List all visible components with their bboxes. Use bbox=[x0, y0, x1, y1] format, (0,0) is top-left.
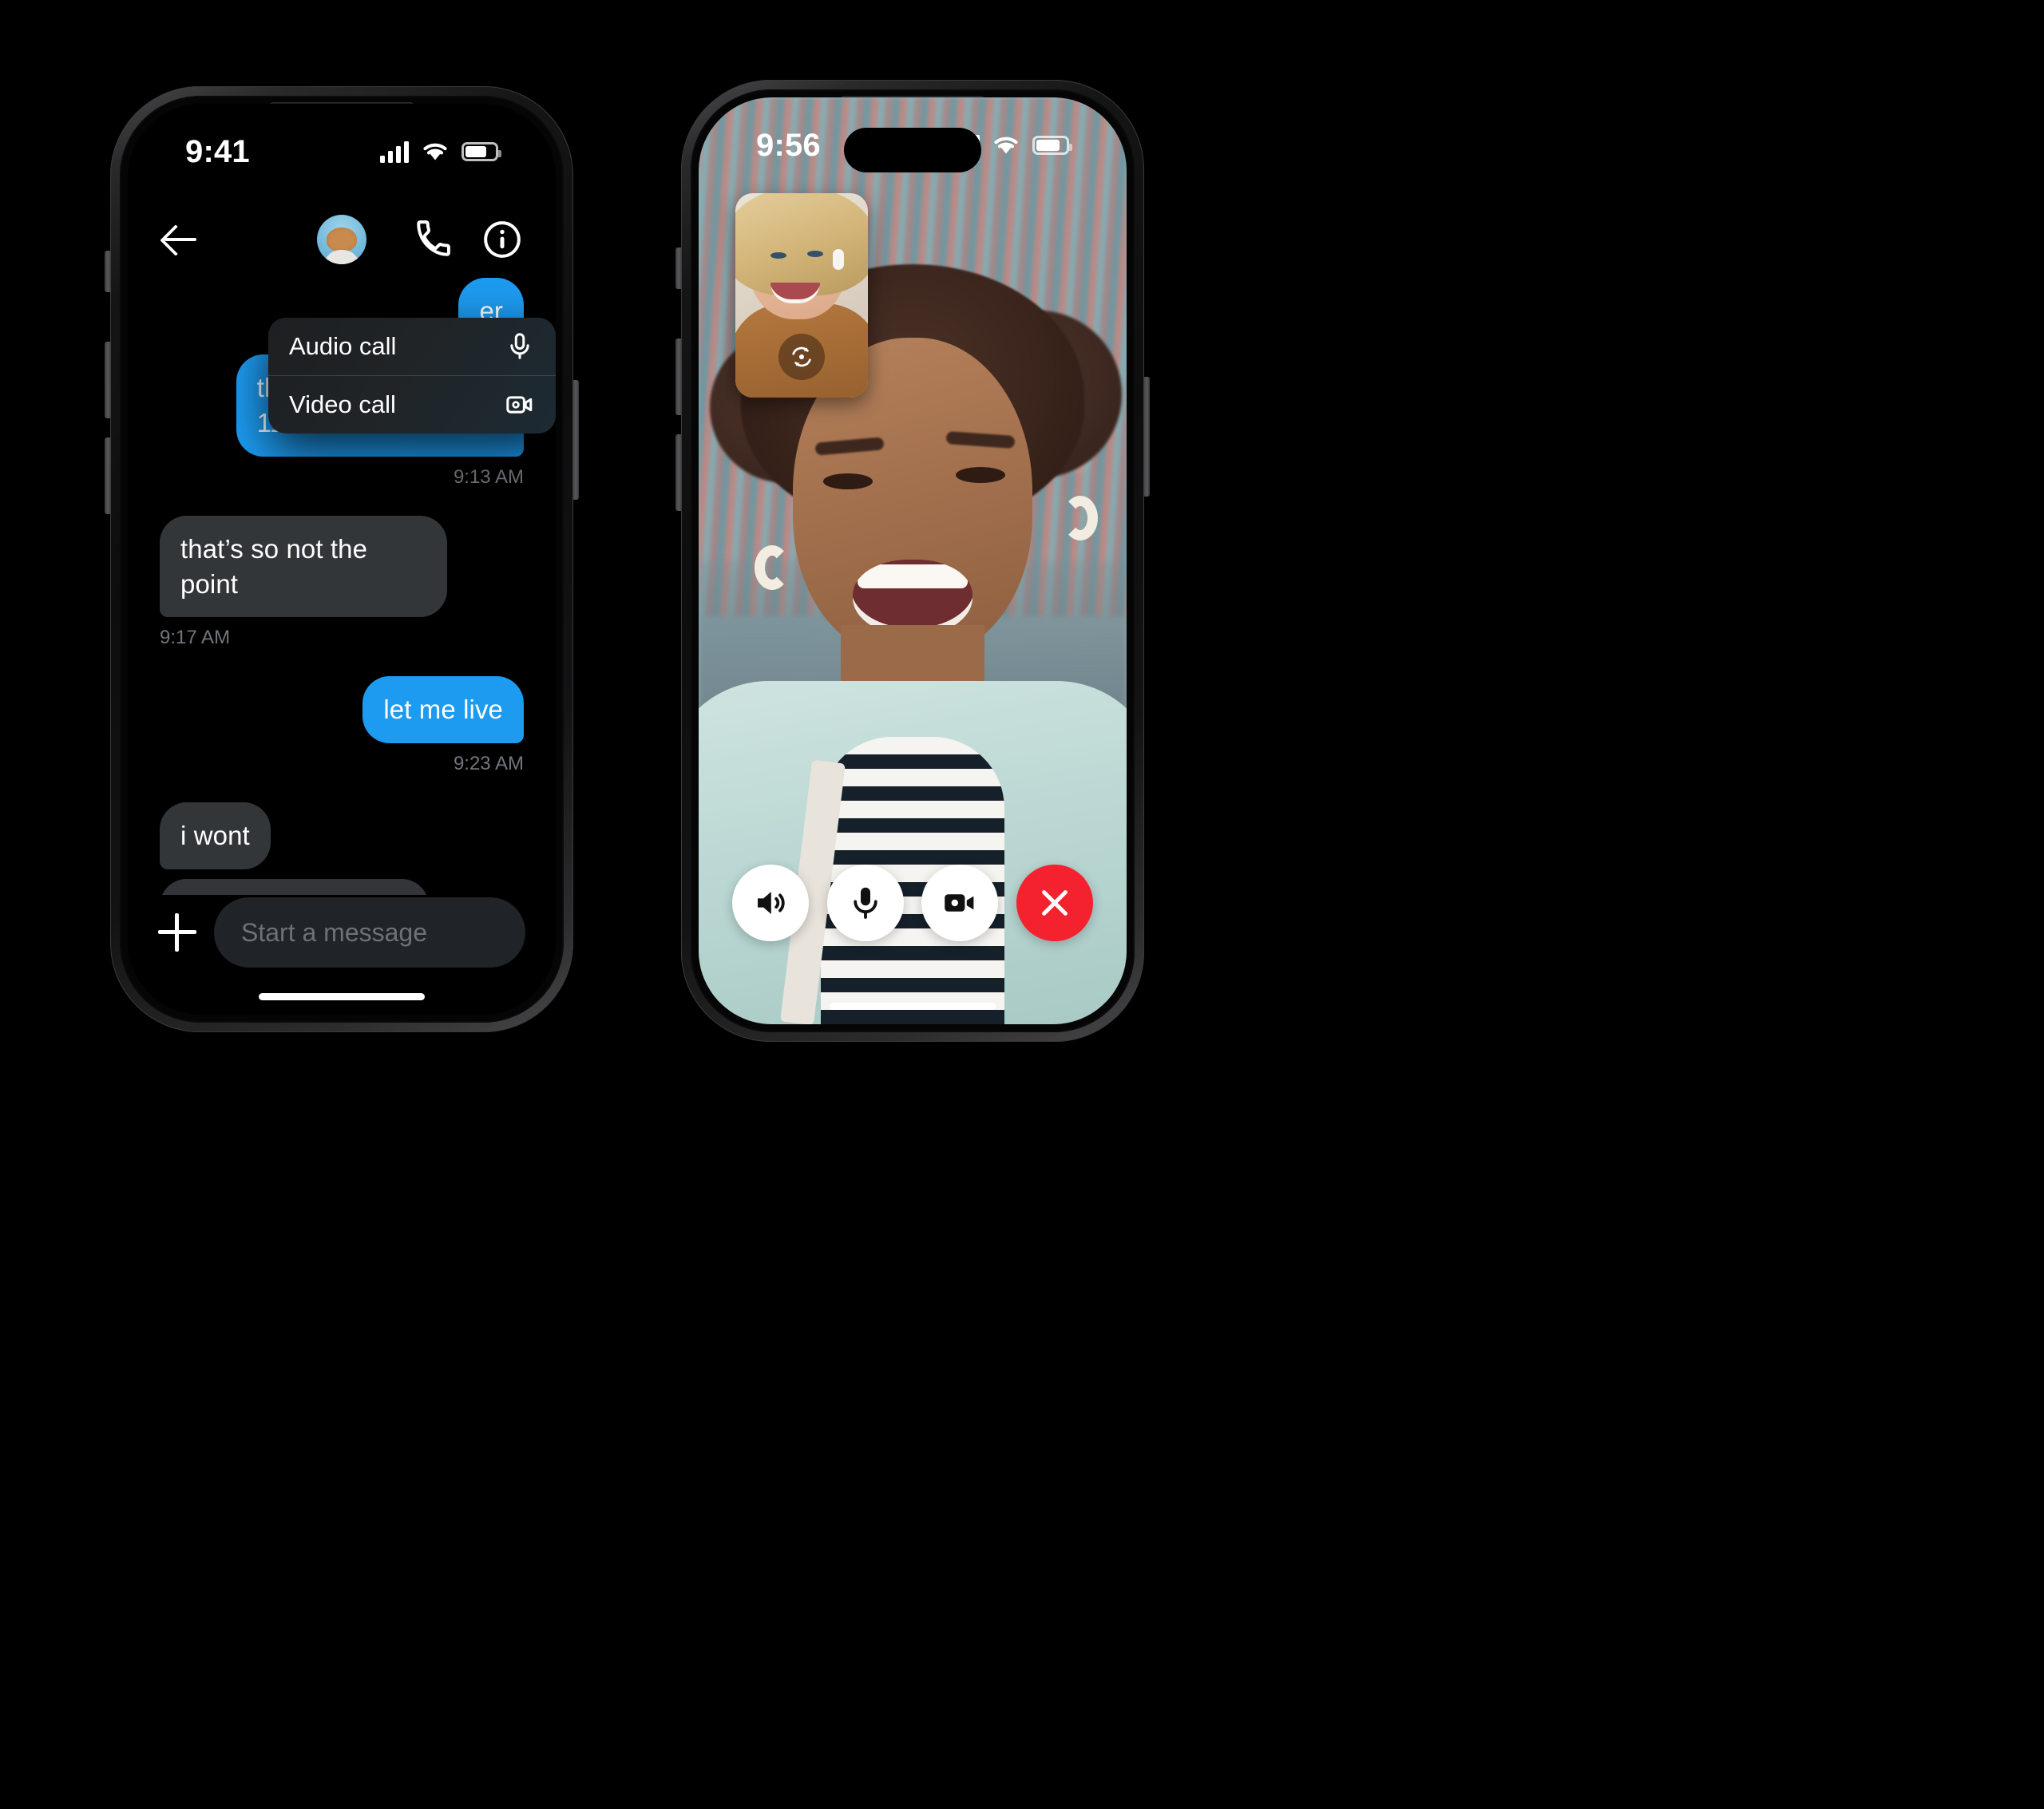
dm-top-actions bbox=[412, 218, 524, 261]
home-indicator[interactable] bbox=[259, 993, 425, 1000]
self-view-hair bbox=[735, 193, 868, 295]
video-camera-icon bbox=[506, 396, 533, 414]
video-call-controls bbox=[699, 865, 1127, 941]
message-row: let me live bbox=[160, 676, 524, 744]
mute-button[interactable] bbox=[826, 865, 904, 941]
close-x-icon bbox=[1042, 890, 1068, 916]
message-bubble[interactable]: sorry until you send a pic i can’t activ… bbox=[160, 879, 430, 895]
status-time: 9:56 bbox=[756, 127, 821, 163]
search-input[interactable]: Start a message bbox=[214, 897, 525, 968]
camera-button[interactable] bbox=[921, 865, 999, 941]
avatar-hair bbox=[327, 228, 357, 252]
dm-top-bar bbox=[128, 201, 556, 278]
microphone-icon bbox=[853, 887, 877, 919]
video-camera-icon bbox=[945, 894, 974, 912]
dm-conversation-screen: 9:41 er 9:13 AM that’s so not the point … bbox=[128, 104, 556, 1015]
volume-down-button[interactable] bbox=[675, 434, 682, 511]
flip-camera-icon[interactable] bbox=[778, 334, 825, 380]
left-phone-device: 9:41 er 9:13 AM that’s so not the point … bbox=[105, 86, 579, 1032]
message-composer: Start a message bbox=[128, 895, 556, 970]
video-call-screen: 9:56 bbox=[699, 97, 1127, 1024]
plus-icon[interactable] bbox=[158, 913, 196, 952]
volume-down-button[interactable] bbox=[105, 437, 111, 514]
earbud-icon bbox=[833, 249, 844, 270]
screenshot-stage: 9:41 er 9:13 AM that’s so not the point … bbox=[0, 0, 2044, 1809]
message-bubble[interactable]: i wont bbox=[160, 802, 271, 870]
eyebrow-left bbox=[814, 437, 885, 456]
speaker-icon bbox=[758, 892, 785, 914]
info-circle-icon[interactable] bbox=[481, 218, 524, 261]
avatar-body bbox=[323, 250, 360, 264]
eye-right bbox=[956, 466, 1005, 483]
menu-item-video-call[interactable]: Video call bbox=[268, 376, 556, 433]
power-button[interactable] bbox=[572, 380, 579, 500]
speaker-button[interactable] bbox=[732, 865, 809, 941]
self-view-pip[interactable] bbox=[735, 193, 868, 398]
dynamic-island bbox=[844, 128, 981, 172]
volume-up-button[interactable] bbox=[675, 338, 682, 415]
message-bubble[interactable]: let me live bbox=[362, 676, 524, 744]
message-row: sorry until you send a pic i can’t activ… bbox=[160, 879, 524, 895]
message-bubble[interactable]: that’s so not the point bbox=[160, 515, 448, 618]
silent-switch[interactable] bbox=[675, 247, 682, 289]
earring-right bbox=[1063, 495, 1098, 540]
wifi-icon bbox=[423, 143, 447, 160]
right-phone-device: 9:56 bbox=[675, 80, 1150, 1042]
end-call-button[interactable] bbox=[1016, 865, 1093, 941]
menu-item-label: Audio call bbox=[289, 332, 397, 360]
message-timestamp: 9:13 AM bbox=[453, 465, 524, 488]
phone-call-icon[interactable] bbox=[412, 218, 455, 261]
self-view-eye-right bbox=[807, 251, 823, 257]
volume-up-button[interactable] bbox=[105, 342, 111, 418]
message-row: that’s so not the point bbox=[160, 515, 524, 618]
cellular-bars-icon bbox=[380, 141, 409, 163]
avatar[interactable] bbox=[317, 215, 366, 264]
microphone-icon bbox=[510, 333, 529, 359]
right-phone-screen: 9:56 bbox=[699, 97, 1127, 1024]
earring-left bbox=[755, 544, 790, 590]
call-options-menu[interactable]: Audio call Video call bbox=[268, 318, 556, 433]
message-row: i wont bbox=[160, 802, 524, 870]
battery-icon bbox=[461, 142, 501, 161]
message-timestamp: 9:23 AM bbox=[453, 753, 524, 775]
self-view-eye-left bbox=[770, 252, 786, 259]
menu-item-audio-call[interactable]: Audio call bbox=[268, 318, 556, 375]
menu-item-label: Video call bbox=[289, 390, 396, 418]
status-time: 9:41 bbox=[185, 133, 250, 169]
message-input-placeholder: Start a message bbox=[241, 917, 427, 947]
left-status-bar: 9:41 bbox=[128, 104, 556, 200]
wifi-icon bbox=[994, 137, 1018, 154]
left-phone-screen: 9:41 er 9:13 AM that’s so not the point … bbox=[128, 104, 556, 1015]
teeth bbox=[858, 564, 968, 588]
power-button[interactable] bbox=[1143, 377, 1150, 497]
eye-left bbox=[823, 473, 873, 489]
silent-switch[interactable] bbox=[105, 251, 111, 292]
home-indicator[interactable] bbox=[830, 1003, 996, 1010]
eyebrow-right bbox=[945, 430, 1016, 449]
message-timestamp: 9:17 AM bbox=[160, 627, 231, 649]
battery-icon bbox=[1032, 136, 1072, 155]
status-indicators bbox=[380, 141, 501, 163]
back-arrow-icon[interactable] bbox=[160, 219, 201, 260]
